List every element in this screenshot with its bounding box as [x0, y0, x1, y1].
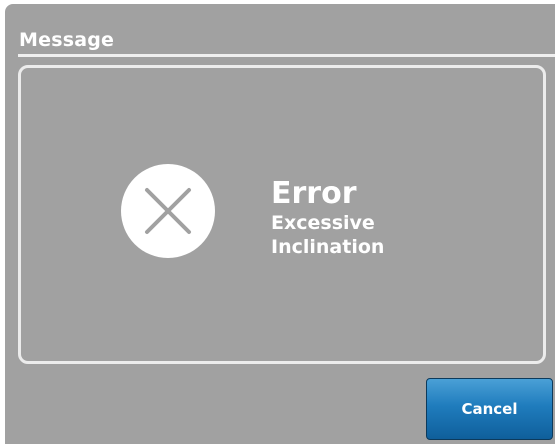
message-dialog: Message Error Excessive Inclination Canc… — [5, 4, 555, 444]
message-panel: Error Excessive Inclination — [18, 65, 546, 364]
cancel-button[interactable]: Cancel — [426, 378, 553, 440]
error-x-icon — [121, 164, 215, 258]
message-title: Error — [271, 176, 357, 211]
message-detail: Excessive Inclination — [271, 212, 385, 258]
dialog-title: Message — [19, 29, 115, 51]
title-divider — [18, 54, 555, 57]
